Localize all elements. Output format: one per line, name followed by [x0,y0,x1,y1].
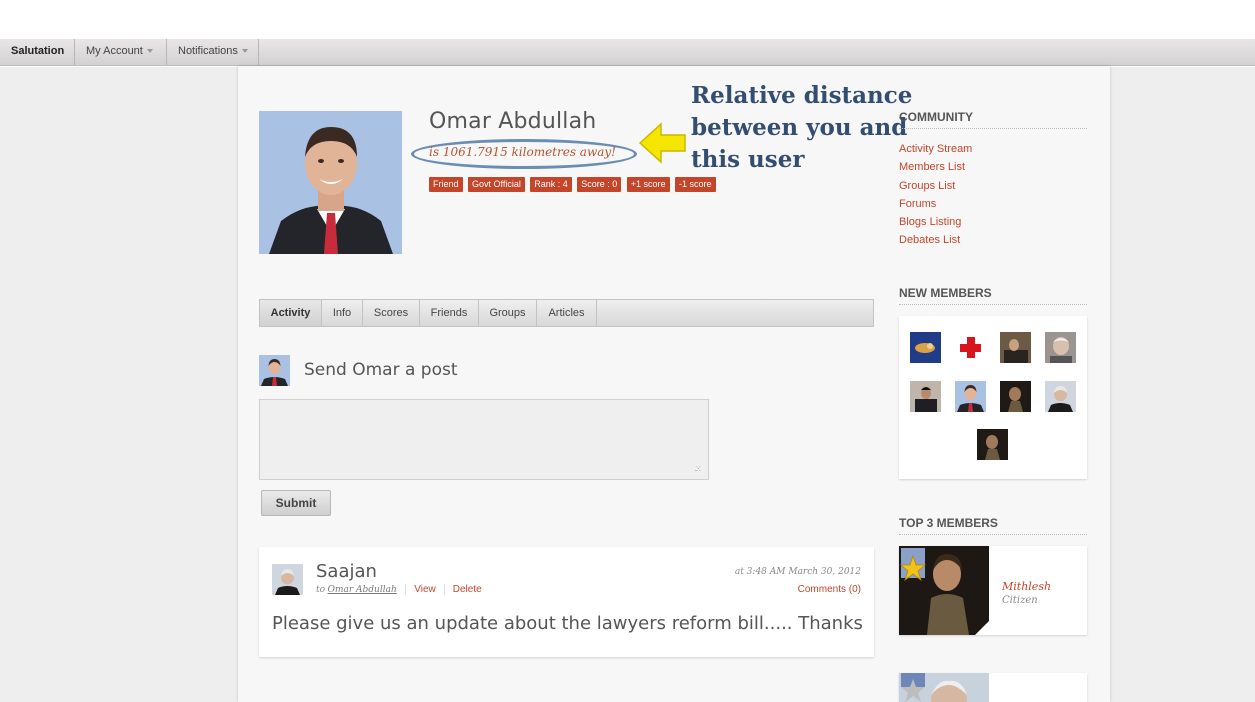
arrow-left-icon [638,122,686,164]
profile-avatar [259,111,402,254]
top-members-heading: TOP 3 MEMBERS [899,516,1087,535]
delete-link[interactable]: Delete [443,584,490,595]
view-link[interactable]: View [405,584,444,595]
badge-govt-official: Govt Official [467,177,525,192]
post-timestamp: at 3:48 AM March 30, 2012 [734,567,861,577]
recipient-link[interactable]: Omar Abdullah [328,585,397,595]
top-member-card[interactable] [899,673,1087,702]
menu-salutation-label: Salutation [11,45,65,57]
badge-friend[interactable]: Friend [429,177,463,192]
tab-groups[interactable]: Groups [479,300,537,326]
activity-card: Saajan to Omar Abdullah View Delete at 3:… [259,547,874,657]
menu-my-account[interactable]: My Account [75,39,167,65]
sidebar-link-forums[interactable]: Forums [899,198,936,210]
menu-my-account-label: My Account [86,45,143,57]
badge-score: Score : 0 [577,177,622,192]
sidebar-link-groups-list[interactable]: Groups List [899,180,955,192]
member-thumb[interactable] [910,332,941,363]
menu-notifications-label: Notifications [178,45,238,57]
member-thumb[interactable] [1000,381,1031,412]
tab-articles[interactable]: Articles [537,300,597,326]
top-member-role: Citizen [1002,595,1038,606]
minus-one-score-button[interactable]: -1 score [674,177,716,192]
comments-link[interactable]: Comments (0) [798,584,861,595]
tab-friends[interactable]: Friends [420,300,479,326]
member-thumb[interactable] [1045,332,1076,363]
member-thumb[interactable] [1045,381,1076,412]
to-prefix: to [316,585,326,595]
tab-scores[interactable]: Scores [363,300,420,326]
top-member-photo [899,673,989,702]
post-body: Please give us an update about the lawye… [272,613,863,634]
new-members-heading: NEW MEMBERS [899,286,1087,305]
post-textarea[interactable]: .:·: [259,399,709,480]
send-post-title: Send Omar a post [304,360,458,380]
member-thumb[interactable] [955,381,986,412]
distance-text: is 1061.7915 kilometres away! [429,145,616,159]
sidebar-link-activity-stream[interactable]: Activity Stream [899,143,972,155]
profile-tabs: Activity Info Scores Friends Groups Arti… [259,299,874,327]
chevron-down-icon [146,49,153,54]
new-members-grid [899,316,1087,479]
sidebar-link-blogs-listing[interactable]: Blogs Listing [899,216,961,228]
sidebar-link-debates-list[interactable]: Debates List [899,234,960,246]
profile-badges: Friend Govt Official Rank : 4 Score : 0 … [429,174,717,192]
avatar [272,564,303,595]
menu-salutation[interactable]: Salutation [0,39,75,65]
member-thumb[interactable] [955,332,986,363]
community-heading: COMMUNITY [899,110,1087,129]
top-member-name[interactable]: Mithlesh [1002,580,1051,593]
sidebar-link-members-list[interactable]: Members List [899,161,965,173]
member-thumb[interactable] [1000,332,1031,363]
tab-info[interactable]: Info [322,300,363,326]
chevron-down-icon [241,49,248,54]
post-author[interactable]: Saajan [316,561,377,582]
avatar [259,355,290,386]
resize-handle-icon[interactable]: .:·: [695,464,701,473]
tab-activity[interactable]: Activity [260,300,322,326]
plus-one-score-button[interactable]: +1 score [626,177,670,192]
top-menubar: Salutation My Account Notifications [0,39,1255,66]
menu-notifications[interactable]: Notifications [167,39,259,65]
profile-name: Omar Abdullah [429,109,597,134]
badge-rank: Rank : 4 [530,177,572,192]
member-thumb[interactable] [910,381,941,412]
member-thumb[interactable] [977,429,1008,460]
post-meta: to Omar Abdullah View Delete [316,584,490,595]
top-member-card[interactable]: Mithlesh Citizen [899,546,1087,635]
top-member-photo [899,546,989,635]
submit-button[interactable]: Submit [261,490,331,516]
